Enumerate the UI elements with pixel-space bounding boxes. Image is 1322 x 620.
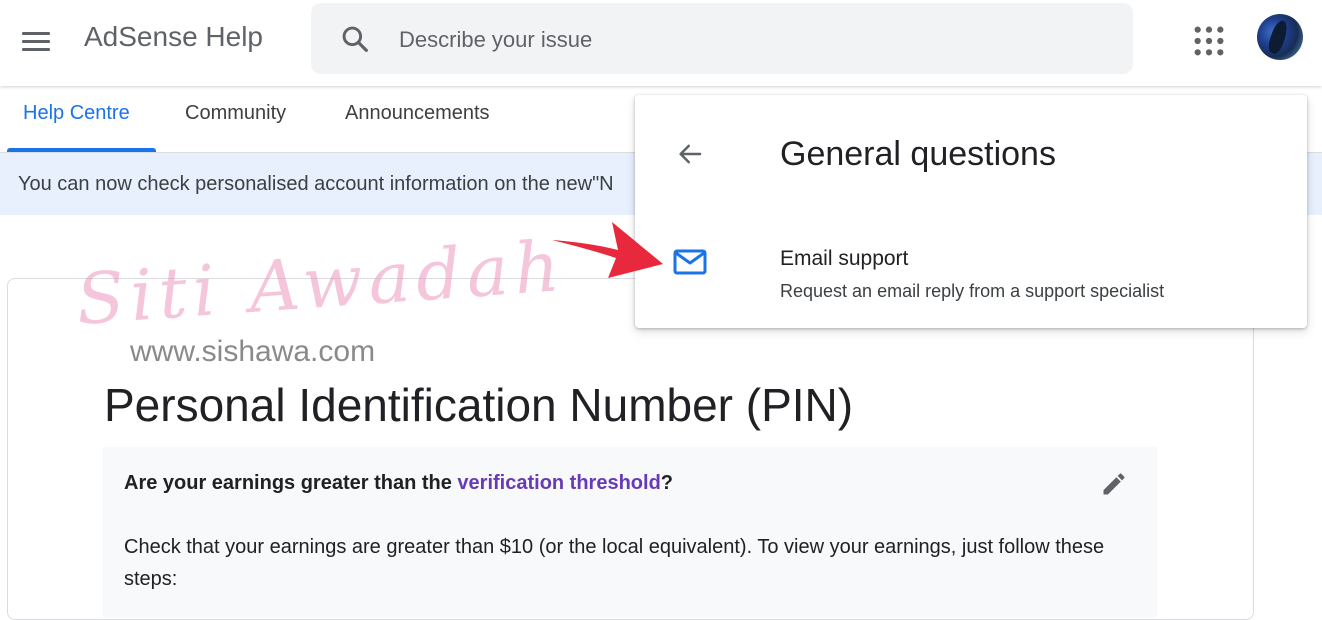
banner-text: You can now check personalised account i… bbox=[18, 173, 614, 195]
article-title: Personal Identification Number (PIN) bbox=[104, 379, 854, 431]
mail-icon bbox=[673, 249, 707, 275]
tab-help-centre[interactable]: Help Centre bbox=[23, 102, 130, 125]
step-question: Are your earnings greater than the verif… bbox=[124, 472, 673, 495]
contact-options-popup: General questions Email support Request … bbox=[635, 95, 1307, 328]
top-app-bar: AdSense Help bbox=[0, 0, 1322, 86]
edit-pencil-icon[interactable] bbox=[1100, 470, 1128, 498]
red-pointer-arrow-icon bbox=[552, 222, 663, 278]
tab-announcements[interactable]: Announcements bbox=[345, 102, 490, 125]
search-input[interactable] bbox=[397, 21, 1101, 59]
menu-icon[interactable] bbox=[18, 24, 54, 60]
app-title[interactable]: AdSense Help bbox=[84, 21, 263, 53]
popup-title: General questions bbox=[780, 135, 1056, 173]
search-icon[interactable] bbox=[339, 23, 371, 55]
search-bar[interactable] bbox=[311, 3, 1133, 74]
watermark-url: www.sishawa.com bbox=[130, 335, 376, 368]
back-arrow-icon[interactable] bbox=[675, 139, 705, 169]
option-title: Email support bbox=[780, 247, 909, 270]
troubleshooter-step: Are your earnings greater than the verif… bbox=[103, 447, 1157, 617]
verification-threshold-link[interactable]: verification threshold bbox=[457, 472, 660, 494]
question-suffix: ? bbox=[660, 472, 674, 494]
question-prefix: Are your earnings greater than the bbox=[124, 472, 458, 494]
avatar[interactable] bbox=[1257, 14, 1303, 60]
apps-grid-icon[interactable] bbox=[1192, 24, 1226, 58]
step-body: Check that your earnings are greater tha… bbox=[124, 536, 1105, 590]
active-tab-indicator bbox=[7, 148, 156, 152]
tab-community[interactable]: Community bbox=[185, 102, 286, 125]
option-description: Request an email reply from a support sp… bbox=[780, 281, 1165, 301]
email-support-option[interactable]: Email support Request an email reply fro… bbox=[635, 235, 1307, 315]
